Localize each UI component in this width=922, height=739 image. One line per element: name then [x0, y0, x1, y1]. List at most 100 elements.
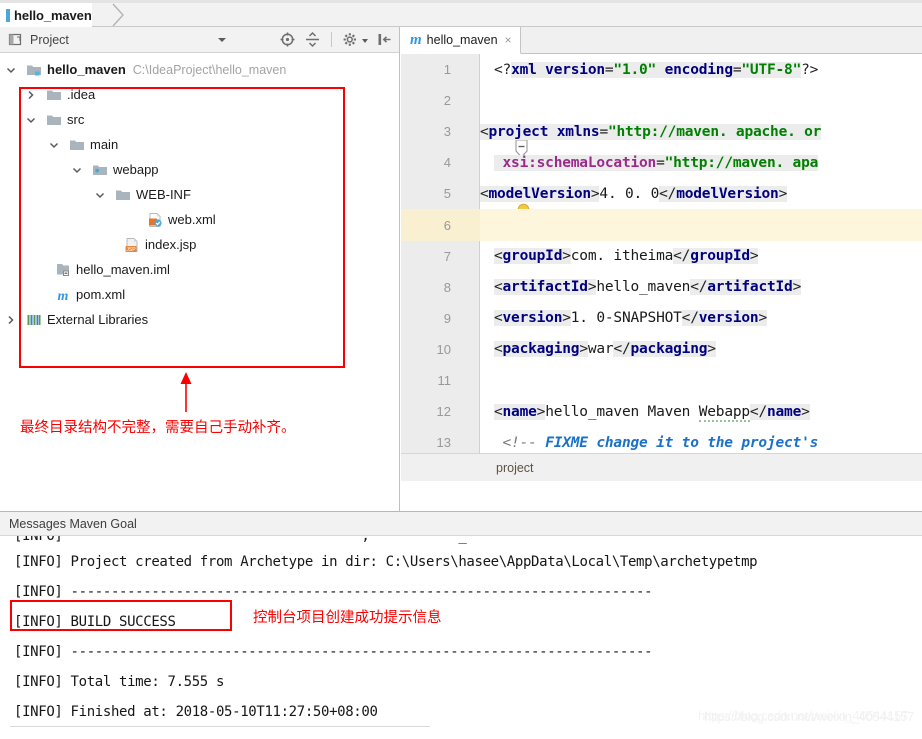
console-line: [INFO] BUILD SUCCESS — [14, 614, 176, 630]
code-line[interactable]: 4 xsi:schemaLocation="http://maven. apa — [401, 147, 922, 178]
tree-item-label: index.jsp — [145, 237, 197, 252]
fold-column[interactable] — [457, 272, 480, 303]
editor-tabbar: m hello_maven × — [401, 27, 922, 54]
code-text: <packaging>war</packaging> — [494, 341, 716, 358]
annotation-arrow-up-icon — [178, 372, 194, 412]
code-line[interactable]: 11 — [401, 365, 922, 396]
line-number: 2 — [443, 93, 451, 109]
current-line-highlight — [480, 209, 922, 241]
code-line-current[interactable]: 6 — [401, 209, 922, 241]
close-icon[interactable]: × — [505, 33, 512, 47]
project-panel-header: Project — [0, 27, 399, 53]
tree-item-label: webapp — [113, 162, 159, 177]
console-line: [INFO] Total time: 7.555 s — [14, 674, 225, 690]
jsp-icon: JSP — [124, 237, 140, 253]
fold-region-icon[interactable] — [461, 122, 528, 159]
tree-row[interactable]: JSP index.jsp — [0, 232, 399, 257]
fold-column[interactable] — [457, 210, 480, 241]
code-text: <groupId>com. itheima</groupId> — [494, 248, 759, 265]
code-line[interactable]: 9 <version>1. 0-SNAPSHOT</version> — [401, 303, 922, 334]
tree-item-label: main — [90, 137, 119, 152]
maven-pom-icon: m — [55, 287, 71, 304]
project-panel-toolbar — [279, 31, 393, 48]
watermark: https://blog.csdn.net/weixin_40544157 ht… — [698, 708, 914, 724]
gear-icon[interactable] — [342, 31, 359, 48]
module-folder-icon — [26, 62, 42, 78]
tree-item-label: web.xml — [168, 212, 216, 227]
fold-column[interactable] — [457, 147, 480, 178]
code-text: <name>hello_maven Maven Webapp</name> — [494, 403, 810, 422]
editor-tab-hello-maven[interactable]: m hello_maven × — [401, 27, 521, 54]
toolbar-strip — [0, 0, 922, 3]
console-line: [INFO] ---------------------------------… — [14, 644, 653, 660]
tree-row[interactable]: m pom.xml — [0, 282, 399, 307]
fold-column[interactable] — [457, 85, 480, 116]
tree-row[interactable]: External Libraries — [0, 307, 399, 332]
line-number: 12 — [436, 404, 451, 420]
fold-column[interactable] — [457, 334, 480, 365]
line-number: 5 — [443, 186, 451, 202]
tree-row[interactable]: webapp — [0, 157, 399, 182]
editor-breadcrumb-project[interactable]: project — [496, 461, 534, 475]
code-line[interactable]: 2 — [401, 85, 922, 116]
chevron-down-icon[interactable] — [218, 38, 226, 42]
code-line[interactable]: 1 <?xml version="1.0" encoding="UTF-8"?> — [401, 54, 922, 85]
fold-column[interactable] — [457, 303, 480, 334]
libraries-icon — [26, 312, 42, 328]
chevron-down-icon[interactable] — [4, 63, 18, 77]
tree-annotation-text: 最终目录结构不完整，需要自己手动补齐。 — [20, 420, 296, 436]
code-text: xsi:schemaLocation="http://maven. apa — [494, 154, 819, 171]
console-annotation-text: 控制台项目创建成功提示信息 — [253, 610, 442, 626]
line-number: 11 — [437, 372, 452, 388]
code-line[interactable]: 5 <modelVersion>4. 0. 0</modelVersion> — [401, 178, 922, 219]
tree-item-label: pom.xml — [76, 287, 126, 302]
chevron-down-icon[interactable] — [362, 39, 368, 43]
intention-bulb-icon[interactable] — [463, 185, 530, 219]
fold-column[interactable] — [457, 178, 530, 219]
code-line[interactable]: 10 <packaging>war</packaging> — [401, 334, 922, 365]
code-line[interactable]: 7 <groupId>com. itheima</groupId> — [401, 241, 922, 272]
tree-row[interactable]: src — [0, 107, 399, 132]
folder-icon — [115, 187, 131, 203]
code-line[interactable]: 3 <project xmlns="http://maven. apache. … — [401, 116, 922, 159]
console-line-partial: [INFO] , _ — [14, 536, 467, 544]
chevron-right-icon[interactable] — [24, 88, 38, 102]
tree-item-label: hello_maven.iml — [76, 262, 170, 277]
chevron-right-icon[interactable] — [4, 313, 18, 327]
editor-breadcrumb-bar[interactable]: project — [401, 453, 922, 481]
tree-row[interactable]: WEB-INF — [0, 182, 399, 207]
fold-column[interactable] — [457, 365, 480, 396]
line-number: 1 — [443, 62, 451, 78]
tree-item-path: C:\IdeaProject\hello_maven — [132, 62, 287, 77]
tree-row[interactable]: main — [0, 132, 399, 157]
messages-header: Messages Maven Goal — [0, 512, 922, 536]
tree-item-label: src — [67, 112, 85, 127]
tree-row[interactable]: hello_maven C:\IdeaProject\hello_maven — [0, 57, 399, 82]
locate-target-icon[interactable] — [279, 31, 296, 48]
tree-row[interactable]: web.xml — [0, 207, 399, 232]
breadcrumb[interactable]: hello_maven — [0, 3, 92, 27]
tree-row[interactable]: .idea — [0, 82, 399, 107]
svg-text:JSP: JSP — [126, 246, 136, 252]
fold-column[interactable] — [457, 241, 480, 272]
code-line[interactable]: 8 <artifactId>hello_maven</artifactId> — [401, 272, 922, 303]
code-editor[interactable]: 1 <?xml version="1.0" encoding="UTF-8"?>… — [401, 54, 922, 481]
breadcrumb-project-label: hello_maven — [14, 7, 92, 23]
console-line: [INFO] Project created from Archetype in… — [14, 554, 758, 570]
fold-column[interactable] — [457, 116, 528, 159]
messages-title: Messages Maven Goal — [9, 516, 137, 531]
project-tree[interactable]: hello_maven C:\IdeaProject\hello_maven .… — [0, 53, 399, 332]
tree-item-label: hello_maven — [47, 62, 126, 77]
fold-column[interactable] — [457, 396, 480, 427]
collapse-all-icon[interactable] — [304, 31, 321, 48]
code-line[interactable]: 12 <name>hello_maven Maven Webapp</name> — [401, 396, 922, 427]
chevron-down-icon[interactable] — [70, 163, 84, 177]
code-text: <modelVersion>4. 0. 0</modelVersion> — [480, 185, 788, 202]
hide-panel-icon[interactable] — [376, 31, 393, 48]
chevron-down-icon[interactable] — [93, 188, 107, 202]
fold-column[interactable] — [457, 54, 480, 85]
chevron-down-icon[interactable] — [47, 138, 61, 152]
chevron-down-icon[interactable] — [24, 113, 38, 127]
project-view-icon — [8, 32, 23, 47]
tree-row[interactable]: hello_maven.iml — [0, 257, 399, 282]
